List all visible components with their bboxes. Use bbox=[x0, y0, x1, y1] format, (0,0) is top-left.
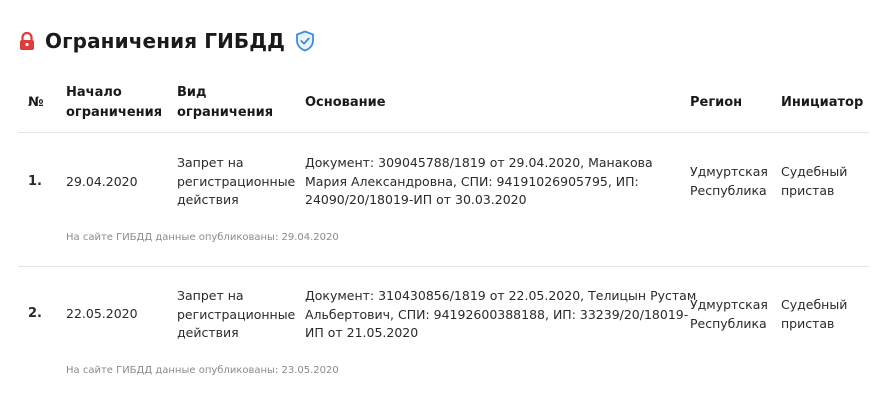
row-restriction-type-line: Запрет на bbox=[177, 288, 244, 303]
column-header-start-line1: Начало bbox=[66, 85, 122, 100]
row-restriction-type-line: регистрационные bbox=[177, 306, 296, 322]
column-header-type-line2: ограничения bbox=[177, 105, 274, 120]
row-basis: Документ: 309045788/1819 от 29.04.2020, … bbox=[305, 154, 653, 210]
row-divider bbox=[18, 266, 869, 267]
row-basis-line: Документ: 310430856/1819 от 22.05.2020, … bbox=[305, 288, 697, 303]
row-restriction-type-line: действия bbox=[177, 192, 239, 207]
row-restriction-type: Запрет на регистрационные действия bbox=[177, 154, 295, 210]
row-initiator-line: Судебный bbox=[781, 164, 848, 179]
lock-icon bbox=[18, 31, 36, 51]
section-header: Ограничения ГИБДД bbox=[18, 26, 315, 56]
column-header-type-line1: Вид bbox=[177, 85, 207, 100]
row-region-line: Республика bbox=[690, 182, 767, 198]
row-region: Удмуртская Республика bbox=[690, 296, 768, 333]
row-start-date: 29.04.2020 bbox=[66, 174, 138, 189]
published-note: На сайте ГИБДД данные опубликованы: 29.0… bbox=[66, 232, 339, 243]
column-header-basis: Основание bbox=[305, 95, 386, 110]
column-header-start: Начало ограничения bbox=[66, 83, 162, 123]
row-basis-line: Мария Александровна, СПИ: 94191026905795… bbox=[305, 173, 639, 189]
row-region-line: Удмуртская bbox=[690, 164, 768, 179]
row-region: Удмуртская Республика bbox=[690, 163, 768, 200]
column-header-initiator: Инициатор bbox=[781, 95, 864, 110]
row-initiator-line: Судебный bbox=[781, 297, 848, 312]
shield-check-icon bbox=[295, 30, 315, 52]
row-basis-line: Документ: 309045788/1819 от 29.04.2020, … bbox=[305, 155, 653, 170]
column-header-number: № bbox=[28, 95, 44, 110]
row-restriction-type: Запрет на регистрационные действия bbox=[177, 287, 295, 343]
published-note: На сайте ГИБДД данные опубликованы: 23.0… bbox=[66, 365, 339, 376]
row-region-line: Удмуртская bbox=[690, 297, 768, 312]
row-restriction-type-line: действия bbox=[177, 325, 239, 340]
row-initiator: Судебный пристав bbox=[781, 296, 847, 333]
row-restriction-type-line: Запрет на bbox=[177, 155, 244, 170]
row-initiator-line: пристав bbox=[781, 315, 835, 331]
column-header-start-line2: ограничения bbox=[66, 105, 163, 120]
row-basis-line: 24090/20/18019-ИП от 30.03.2020 bbox=[305, 192, 527, 207]
row-start-date: 22.05.2020 bbox=[66, 306, 138, 321]
column-header-type: Вид ограничения bbox=[177, 83, 273, 123]
row-basis-line: Альбертович, СПИ: 94192600388188, ИП: 33… bbox=[305, 306, 689, 322]
row-initiator-line: пристав bbox=[781, 182, 835, 198]
row-number: 1. bbox=[28, 174, 42, 189]
row-restriction-type-line: регистрационные bbox=[177, 173, 296, 189]
header-divider bbox=[18, 132, 869, 133]
row-region-line: Республика bbox=[690, 315, 767, 331]
page-title: Ограничения ГИБДД bbox=[45, 29, 286, 53]
row-basis-line: ИП от 21.05.2020 bbox=[305, 325, 419, 340]
column-header-region: Регион bbox=[690, 95, 743, 110]
row-number: 2. bbox=[28, 306, 42, 321]
row-basis: Документ: 310430856/1819 от 22.05.2020, … bbox=[305, 287, 696, 343]
row-initiator: Судебный пристав bbox=[781, 163, 847, 200]
